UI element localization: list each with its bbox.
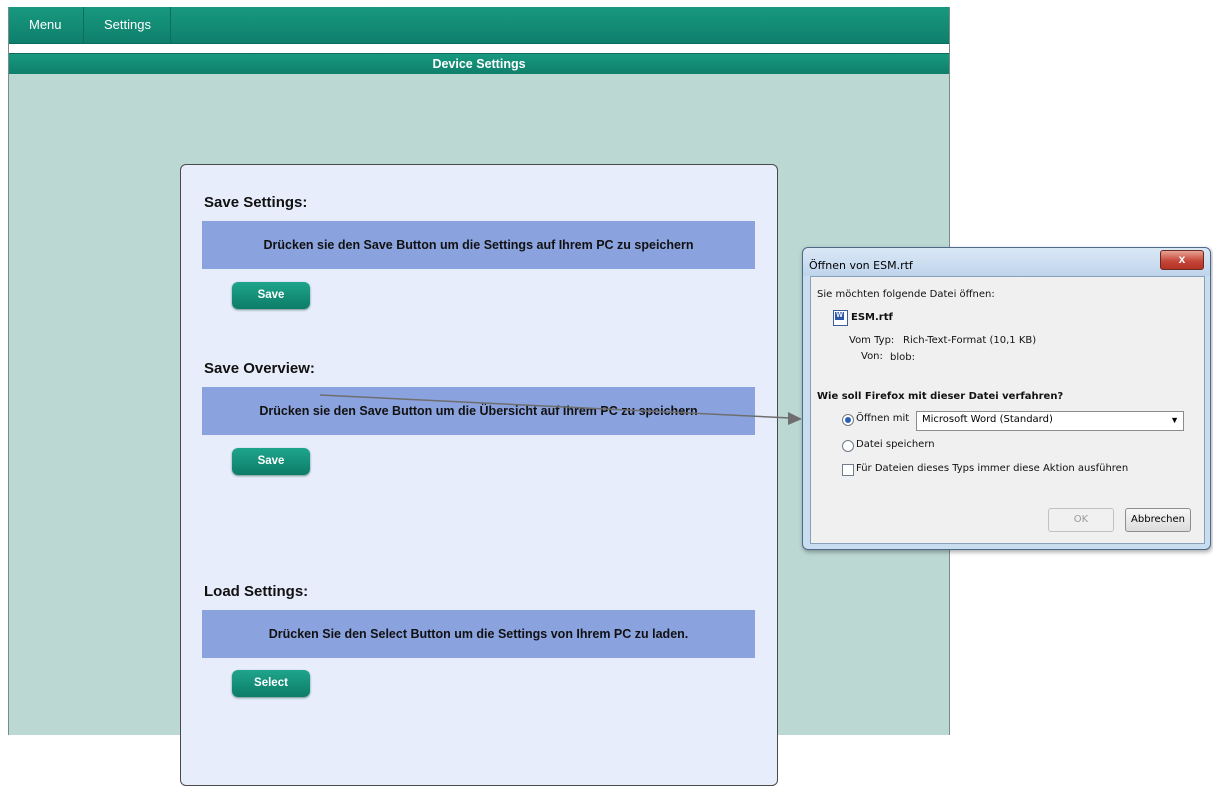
file-name: ESM.rtf (851, 312, 893, 323)
save-file-label[interactable]: Datei speichern (856, 439, 935, 450)
menu-item-menu[interactable]: Menu (9, 7, 84, 43)
section-title-load-settings: Load Settings: (204, 583, 309, 600)
section-title-save-settings: Save Settings: (204, 194, 308, 211)
section-title-save-overview: Save Overview: (204, 360, 315, 377)
dialog-prompt: Sie möchten folgende Datei öffnen: (817, 289, 995, 300)
cancel-button[interactable]: Abbrechen (1125, 508, 1191, 532)
open-with-value: Microsoft Word (Standard) (922, 414, 1053, 425)
save-overview-button[interactable]: Save (232, 448, 310, 475)
panel-title: Device Settings (9, 53, 949, 74)
ok-button[interactable]: OK (1048, 508, 1114, 532)
save-file-radio[interactable] (842, 440, 854, 452)
file-type-label: Vom Typ: (849, 335, 895, 346)
dropdown-arrow-icon: ▼ (1170, 415, 1179, 425)
dialog-body: Sie möchten folgende Datei öffnen: W ESM… (810, 276, 1205, 544)
open-with-radio[interactable] (842, 414, 854, 426)
menu-bar: Menu Settings (9, 7, 949, 44)
dialog-titlebar: Öffnen von ESM.rtf x (803, 248, 1210, 276)
file-source-value: blob: (890, 352, 915, 363)
info-save-settings: Drücken sie den Save Button um die Setti… (202, 221, 755, 269)
always-do-checkbox[interactable] (842, 464, 854, 476)
settings-card: Save Settings: Drücken sie den Save Butt… (180, 164, 778, 786)
menu-item-settings[interactable]: Settings (84, 7, 171, 43)
dialog-title: Öffnen von ESM.rtf (809, 259, 913, 272)
save-settings-button[interactable]: Save (232, 282, 310, 309)
open-file-dialog: Öffnen von ESM.rtf x Sie möchten folgend… (802, 247, 1211, 550)
select-button[interactable]: Select (232, 670, 310, 697)
info-save-overview: Drücken sie den Save Button um die Übers… (202, 387, 755, 435)
file-type-value: Rich-Text-Format (10,1 KB) (903, 335, 1037, 346)
info-load-settings: Drücken Sie den Select Button um die Set… (202, 610, 755, 658)
open-with-label[interactable]: Öffnen mit (856, 413, 909, 424)
action-question: Wie soll Firefox mit dieser Datei verfah… (817, 391, 1064, 402)
word-document-icon: W (833, 310, 848, 326)
always-do-label[interactable]: Für Dateien dieses Typs immer diese Akti… (856, 463, 1128, 474)
open-with-select[interactable]: Microsoft Word (Standard) ▼ (916, 411, 1184, 431)
file-source-label: Von: (861, 351, 883, 362)
close-button[interactable]: x (1160, 250, 1204, 270)
